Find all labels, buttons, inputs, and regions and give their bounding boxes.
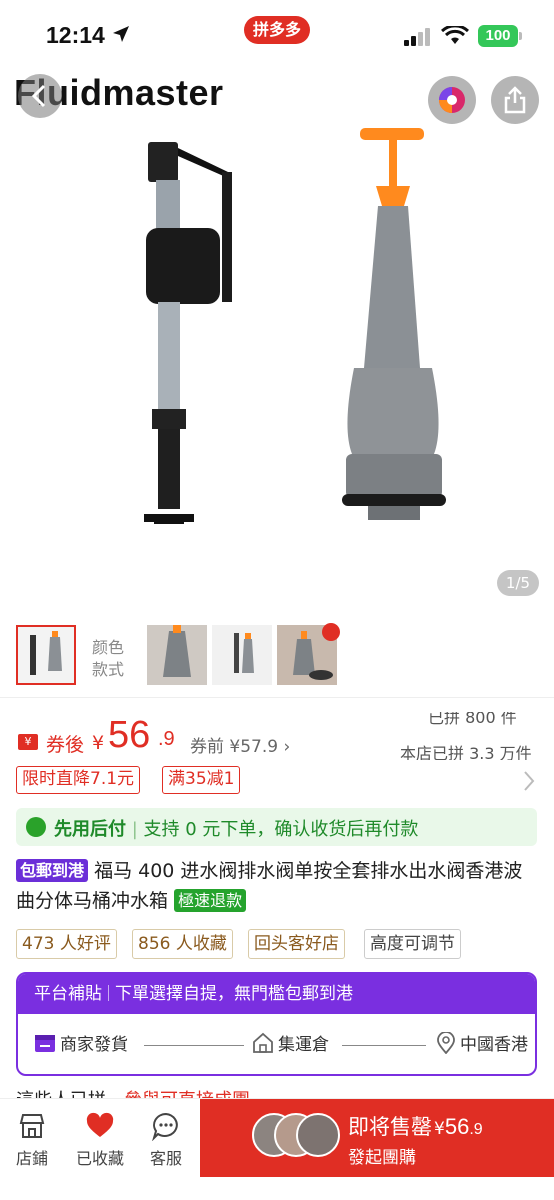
pay-later-label: 先用后付 <box>54 819 126 840</box>
box-icon <box>35 1035 55 1052</box>
subsidy-desc: 下單選擇自提，無門檻包郵到港 <box>115 984 353 1004</box>
image-page-indicator: 1/5 <box>497 570 539 596</box>
route-step-label: 集運倉 <box>278 1035 329 1055</box>
flush-valve-image <box>342 128 446 520</box>
store-sold-count: 本店已拼 3.3 万件 <box>400 744 532 760</box>
buyer-avatars <box>252 1113 342 1157</box>
nav-favorite[interactable]: 已收藏 <box>68 1111 132 1169</box>
pay-later-desc: 支持 0 元下单，确认收货后再付款 <box>143 819 419 840</box>
buy-status: 即将售罄 <box>348 1115 432 1139</box>
coupon-icon: ¥ <box>18 734 38 750</box>
subsidy-header: 平台補貼 下單選擇自提，無門檻包郵到港 <box>18 974 535 1014</box>
product-hero-image[interactable]: Fluidmaster 1/5 <box>0 62 554 610</box>
variant-thumb-3[interactable] <box>212 625 272 685</box>
variant-thumb-1[interactable] <box>16 625 76 685</box>
nav-favorite-label: 已收藏 <box>75 1149 124 1168</box>
status-bar: 12:14 拼多多 100 <box>0 0 554 70</box>
review-tag-favorites: 856 人收藏 <box>132 929 233 959</box>
battery-indicator: 100 <box>478 25 518 47</box>
avatar <box>296 1113 340 1157</box>
assistant-orb-icon <box>439 87 465 113</box>
shipping-route: 商家發貨 集運倉 中國香港 <box>32 1030 528 1060</box>
group-buy-button[interactable]: 即将售罄 ¥56.9 發起團購 <box>200 1099 554 1177</box>
thumb-product-icon <box>234 633 254 673</box>
subsidy-separator <box>108 985 109 1001</box>
variant-thumb-2[interactable] <box>147 625 207 685</box>
route-step-label: 中國香港 <box>460 1035 528 1055</box>
bottom-action-bar: 店鋪 已收藏 客服 即将售罄 ¥56.9 發起團購 <box>0 1098 554 1200</box>
pay-later-icon <box>26 817 46 837</box>
thumb-product-icon <box>30 631 62 675</box>
share-button[interactable] <box>491 76 539 124</box>
nav-support[interactable]: 客服 <box>134 1111 198 1169</box>
variant-thumbnails: 颜色款式 <box>0 623 554 689</box>
review-tag-positive: 473 人好评 <box>16 929 117 959</box>
coupon-price-label: 券後 <box>46 734 85 756</box>
original-price: 券前 ¥57.9 <box>190 737 279 757</box>
pay-later-text: 先用后付 | 支持 0 元下单，确认收货后再付款 <box>54 815 418 841</box>
nav-support-label: 客服 <box>149 1149 182 1168</box>
hot-flame-icon <box>322 623 340 641</box>
location-arrow-icon <box>113 26 129 42</box>
fast-refund-badge: 極速退款 <box>174 889 247 912</box>
buy-price-integer: 56 <box>444 1114 470 1139</box>
product-title-text: 福马 400 进水阀排水阀单按全套排水出水阀香港波曲分体马桶冲水箱 <box>16 860 523 912</box>
buy-price-decimal: .9 <box>469 1121 483 1138</box>
buy-currency: ¥ <box>434 1119 445 1139</box>
warehouse-icon <box>253 1032 273 1053</box>
sold-count-clip: 已拼 800 件 本店已拼 3.3 万件 <box>360 712 540 760</box>
review-tag-repeat: 回头客好店 <box>248 929 345 959</box>
chevron-left-icon <box>31 84 46 108</box>
pay-later-sep: | <box>131 819 144 840</box>
original-price-link[interactable]: 券前 ¥57.9 › <box>190 732 290 757</box>
back-button[interactable] <box>18 74 62 118</box>
route-connector <box>342 1045 426 1046</box>
price-integer: 56 <box>108 714 151 756</box>
battery-cap <box>519 32 522 40</box>
chat-icon <box>151 1112 178 1142</box>
price-decimal: .9 <box>158 728 175 750</box>
ai-assistant-button[interactable] <box>428 76 476 124</box>
route-connector <box>144 1045 244 1046</box>
wifi-icon <box>441 26 469 44</box>
buy-sub-label: 發起團購 <box>348 1148 416 1168</box>
route-step-label: 商家發貨 <box>60 1035 128 1055</box>
pay-later-banner[interactable]: 先用后付 | 支持 0 元下单，确认收货后再付款 <box>16 808 537 846</box>
signal-icon <box>404 28 430 46</box>
heart-icon <box>86 1112 114 1137</box>
route-step-destination: 中國香港 <box>436 1030 528 1060</box>
status-time: 12:14 <box>46 22 105 48</box>
buy-main-text: 即将售罄 ¥56.9 <box>348 1111 483 1141</box>
store-icon <box>19 1114 45 1138</box>
nav-store-label: 店鋪 <box>15 1149 48 1168</box>
variant-label[interactable]: 颜色款式 <box>92 637 132 681</box>
shipping-badge: 包郵到港 <box>16 859 89 882</box>
sold-count: 已拼 800 件 <box>428 712 517 727</box>
platform-subsidy-card[interactable]: 平台補貼 下單選擇自提，無門檻包郵到港 商家發貨 集運倉 中國香港 <box>16 972 537 1076</box>
location-pin-icon <box>437 1031 455 1055</box>
route-step-warehouse: 集運倉 <box>252 1030 329 1060</box>
promo-tag-discount: 限时直降7.1元 <box>16 766 141 794</box>
price-currency: ¥ <box>92 732 105 754</box>
thumb-product-icon <box>163 625 191 677</box>
review-tag-feature: 高度可调节 <box>364 929 461 959</box>
product-title: 包郵到港 福马 400 进水阀排水阀单按全套排水出水阀香港波曲分体马桶冲水箱 極… <box>16 856 540 916</box>
share-icon <box>504 86 526 114</box>
app-badge: 拼多多 <box>244 16 310 44</box>
route-step-merchant: 商家發貨 <box>34 1030 128 1060</box>
subsidy-title: 平台補貼 <box>34 984 102 1004</box>
section-divider <box>0 697 554 698</box>
fill-valve-image <box>144 142 232 524</box>
chevron-right-icon[interactable] <box>522 770 536 792</box>
promo-tag-threshold: 满35减1 <box>162 766 241 794</box>
nav-store[interactable]: 店鋪 <box>0 1111 64 1169</box>
